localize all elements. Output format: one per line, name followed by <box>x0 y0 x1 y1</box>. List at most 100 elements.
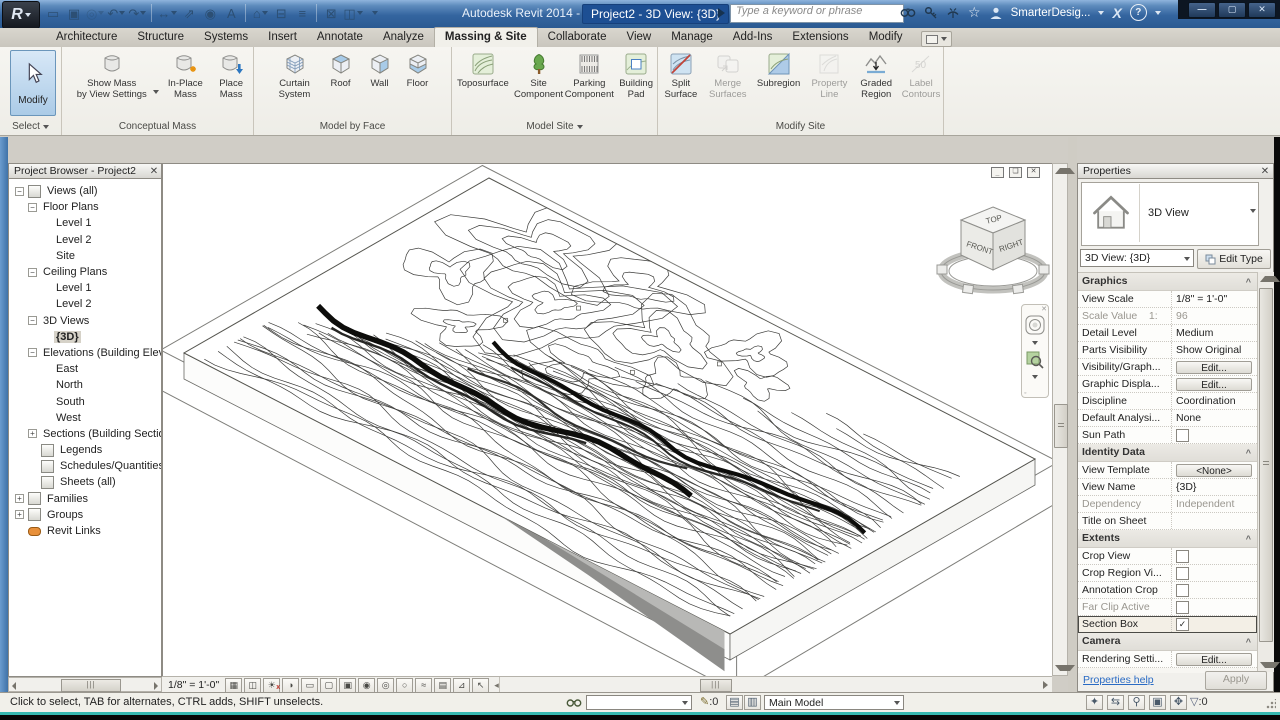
tab-systems[interactable]: Systems <box>194 28 258 47</box>
minimize-button[interactable]: — <box>1188 1 1216 18</box>
panel-display-toggle[interactable] <box>920 31 952 47</box>
user-menu-arrow-icon[interactable] <box>1098 10 1105 15</box>
transfer-icon[interactable]: ◎ <box>86 2 105 24</box>
viewcube[interactable]: TOP FRONT RIGHT <box>933 199 1052 304</box>
toposurface-3d-view[interactable] <box>163 164 1052 676</box>
communication-center-icon[interactable] <box>946 6 960 20</box>
toposurface-button[interactable]: Toposurface <box>452 49 514 90</box>
application-menu-button[interactable]: R <box>2 1 40 29</box>
horizontal-scrollbar-thumb[interactable]: ||| <box>699 679 732 692</box>
tree-item-families[interactable]: + Families <box>9 491 161 507</box>
tree-item-south[interactable]: South <box>9 393 161 409</box>
temporary-hide-isolate-icon[interactable]: ◎ <box>377 677 395 693</box>
drawing-vertical-scrollbar[interactable] <box>1052 163 1075 676</box>
crop-view-icon[interactable]: ▢ <box>320 677 338 693</box>
tab-analyze[interactable]: Analyze <box>373 28 434 47</box>
expand-icon[interactable]: + <box>28 429 37 439</box>
show-mass-button[interactable]: Show Mass by View Settings <box>62 49 161 100</box>
drawing-horizontal-scrollbar[interactable]: ||| <box>498 677 1052 693</box>
worksharing-display-icon[interactable]: ≈ <box>415 677 433 693</box>
checkbox-icon[interactable] <box>1176 566 1189 580</box>
collapse-group-icon[interactable]: ^ <box>1246 445 1251 461</box>
property-value-text[interactable]: Independent <box>1176 496 1234 512</box>
analytical-model-icon[interactable]: ⊿ <box>453 677 471 693</box>
tree-item-level-1[interactable]: Level 1 <box>9 280 161 296</box>
property-value-text[interactable]: Show Original <box>1176 342 1241 358</box>
browser-scrollbar-thumb[interactable]: ||| <box>61 679 121 692</box>
measure-icon[interactable]: ↔ <box>157 2 178 24</box>
tab-insert[interactable]: Insert <box>258 28 307 47</box>
graded-region-button[interactable]: Graded Region <box>853 49 899 100</box>
customize-qat-icon[interactable] <box>366 2 384 24</box>
parking-component-button[interactable]: Parking Component <box>563 49 615 100</box>
model-by-face-panel-label[interactable]: Model by Face <box>254 119 451 134</box>
editing-requests-icon[interactable]: ⇆ <box>1107 695 1124 710</box>
collapse-icon[interactable]: − <box>28 202 37 212</box>
tab-add-ins[interactable]: Add-Ins <box>723 28 783 47</box>
tree-item-schedules-quantities[interactable]: Schedules/Quantities <box>9 458 161 474</box>
property-value-text[interactable]: {3D} <box>1176 479 1196 495</box>
property-value-text[interactable]: 1/8" = 1'-0" <box>1176 291 1227 307</box>
modify-site-panel-label[interactable]: Modify Site <box>658 119 943 134</box>
property-value-text[interactable]: Coordination <box>1176 393 1236 409</box>
conceptual-mass-panel-label[interactable]: Conceptual Mass <box>62 119 253 134</box>
tree-item-elevations-building-elev[interactable]: − Elevations (Building Elev <box>9 345 161 361</box>
collapse-icon[interactable]: − <box>28 348 37 358</box>
view-close-icon[interactable]: ✕ <box>1027 167 1040 178</box>
checkbox-checked-icon[interactable]: ✓ <box>1176 617 1189 631</box>
sun-path-icon[interactable]: ☀ x <box>263 677 281 693</box>
type-selector-arrow-icon[interactable] <box>1250 209 1256 213</box>
select-panel-label[interactable]: Select <box>0 119 61 134</box>
undo-icon[interactable]: ↶ <box>107 2 126 24</box>
help-icon[interactable]: ? <box>1129 4 1147 21</box>
search-input[interactable]: Type a keyword or phrase <box>730 4 904 23</box>
worksets-glasses-icon[interactable] <box>566 697 582 712</box>
properties-help-link[interactable]: Properties help <box>1083 674 1154 686</box>
tree-item-sheets-all-[interactable]: Sheets (all) <box>9 474 161 490</box>
navbar-close-icon[interactable]: ✕ <box>1041 305 1047 313</box>
close-hidden-windows-icon[interactable]: ⊠ <box>322 2 340 24</box>
property-edit-button[interactable]: Edit... <box>1176 360 1252 374</box>
property-edit-button[interactable]: <None> <box>1176 463 1252 477</box>
project-browser-close-icon[interactable]: ✕ <box>147 165 161 179</box>
split-surface-button[interactable]: Split Surface <box>658 49 704 100</box>
tab-structure[interactable]: Structure <box>127 28 194 47</box>
drawing-area[interactable]: TOP FRONT RIGHT ✕ ◦ _ ❏ ✕ <box>162 163 1052 676</box>
temporary-view-properties-icon[interactable]: ▤ <box>434 677 452 693</box>
redo-icon[interactable]: ↷ <box>128 2 147 24</box>
checkbox-icon[interactable] <box>1176 549 1189 563</box>
filter-icon[interactable]: ▽:0 <box>1190 696 1208 709</box>
tree-item-west[interactable]: West <box>9 410 161 426</box>
displacement-sets-icon[interactable]: ↖ <box>472 677 490 693</box>
editable-only-icon[interactable]: ✦ <box>1086 695 1103 710</box>
tree-item--3d-[interactable]: {3D} <box>9 329 161 345</box>
tab-view[interactable]: View <box>617 28 662 47</box>
show-crop-region-icon[interactable]: ▣ <box>339 677 357 693</box>
exchange-apps-icon[interactable]: X <box>1112 5 1121 21</box>
collapse-group-icon[interactable]: ^ <box>1246 634 1251 650</box>
apply-button[interactable]: Apply <box>1205 671 1267 690</box>
lock-3d-view-icon[interactable]: ◉ <box>358 677 376 693</box>
view-scale-button[interactable]: 1/8" = 1'-0" <box>168 679 219 691</box>
resize-grip[interactable] <box>1266 699 1276 709</box>
collapse-group-icon[interactable]: ^ <box>1246 274 1251 290</box>
tab-modify[interactable]: Modify <box>859 28 913 47</box>
tree-item-north[interactable]: North <box>9 377 161 393</box>
tab-extensions[interactable]: Extensions <box>782 28 858 47</box>
tab-collaborate[interactable]: Collaborate <box>538 28 617 47</box>
zoom-tool-icon[interactable] <box>1026 351 1044 369</box>
tree-item-legends[interactable]: Legends <box>9 442 161 458</box>
design-option-selector[interactable]: Main Model <box>764 695 904 710</box>
wall-by-face-button[interactable]: Wall <box>361 49 399 90</box>
navbar-wheel-menu-icon[interactable] <box>1032 341 1038 345</box>
exclude-options-icon[interactable]: ▣ <box>1149 695 1166 710</box>
search-icon[interactable] <box>900 6 916 19</box>
editing-requests-pencil-icon[interactable]: ✎:0 <box>700 696 718 709</box>
navbar-zoom-menu-icon[interactable] <box>1032 375 1038 379</box>
curtain-system-button[interactable]: Curtain System <box>269 49 321 100</box>
press-drag-icon[interactable]: ✥ <box>1170 695 1187 710</box>
tag-icon[interactable]: ◉ <box>201 2 219 24</box>
property-edit-button[interactable]: Edit... <box>1176 377 1252 391</box>
collapse-icon[interactable]: − <box>28 316 37 326</box>
signed-in-user[interactable]: SmarterDesig... <box>1011 7 1091 19</box>
